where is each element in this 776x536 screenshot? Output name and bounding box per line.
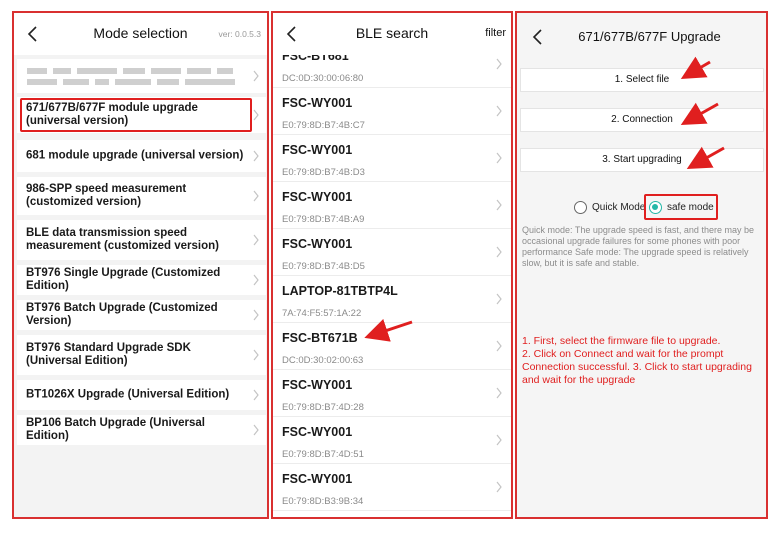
device-mac: E0:79:8D:B3:9B:34 bbox=[282, 496, 364, 507]
mode-item[interactable]: BT976 Batch Upgrade (Customized Version) bbox=[17, 300, 266, 330]
device-mac: E0:79:8D:B7:4B:A9 bbox=[282, 214, 365, 225]
chevron-right-icon bbox=[252, 389, 260, 401]
chevron-right-icon bbox=[252, 234, 260, 246]
mode-item-label: BLE data transmission speed measurement … bbox=[26, 227, 220, 252]
header: 671/677B/677F Upgrade bbox=[517, 13, 766, 55]
device-name: LAPTOP-81TBTP4L bbox=[282, 284, 398, 298]
device-mac: E0:79:8D:B7:4B:D3 bbox=[282, 167, 365, 178]
device-mac: E0:79:8D:B7:4B:D5 bbox=[282, 261, 365, 272]
chevron-right-icon bbox=[252, 274, 260, 286]
device-row[interactable]: FSC-WY001 E0:79:8D:B7:4D:51 bbox=[273, 417, 511, 464]
chevron-right-icon bbox=[252, 109, 260, 121]
device-mac: E0:79:8D:B7:4B:C7 bbox=[282, 120, 365, 131]
mode-item[interactable]: BT1026X Upgrade (Universal Edition) bbox=[17, 380, 266, 410]
connection-button[interactable]: 2. Connection bbox=[520, 108, 764, 132]
chevron-right-icon bbox=[252, 349, 260, 361]
device-row[interactable]: FSC-WY001 E0:79:8D:B7:4D:28 bbox=[273, 370, 511, 417]
start-upgrading-button[interactable]: 3. Start upgrading bbox=[520, 148, 764, 172]
chevron-right-icon bbox=[495, 246, 503, 258]
mode-item[interactable]: BP106 Batch Upgrade (Universal Edition) bbox=[17, 415, 266, 445]
device-mac: E0:79:8D:B7:4D:28 bbox=[282, 402, 364, 413]
mode-item-label: 681 module upgrade (universal version) bbox=[26, 149, 244, 162]
chevron-right-icon bbox=[252, 309, 260, 321]
device-name: FSC-BT671B bbox=[282, 331, 358, 345]
device-mac: DC:0D:30:02:00:63 bbox=[282, 355, 364, 366]
device-name: FSC-WY001 bbox=[282, 143, 353, 157]
device-mac: E0:79:8D:B7:4D:51 bbox=[282, 449, 364, 460]
device-name: FSC-WY001 bbox=[282, 378, 353, 392]
device-row[interactable]: FSC-BT671B DC:0D:30:02:00:63 bbox=[273, 323, 511, 370]
device-name: FSC-WY001 bbox=[282, 96, 353, 110]
select-file-button[interactable]: 1. Select file bbox=[520, 68, 764, 92]
device-name: FSC-WY001 bbox=[282, 472, 353, 486]
chevron-right-icon bbox=[495, 58, 503, 70]
mode-item[interactable]: 986-SPP speed measurement (customized ve… bbox=[17, 177, 266, 215]
page-title: BLE search bbox=[355, 25, 429, 41]
chevron-right-icon bbox=[495, 105, 503, 117]
page-title: 671/677B/677F Upgrade bbox=[578, 29, 721, 44]
header: Mode selection ver: 0.0.5.3 bbox=[14, 13, 267, 55]
quick-mode-radio[interactable] bbox=[574, 201, 587, 214]
instruction-note: 1. First, select the firmware file to up… bbox=[522, 335, 752, 386]
safe-mode-radio[interactable] bbox=[649, 201, 662, 214]
mode-item-label: BP106 Batch Upgrade (Universal Edition) bbox=[26, 417, 205, 442]
device-row[interactable]: FSC-WY001 E0:79:8D:B3:9B:34 bbox=[273, 464, 511, 511]
device-row[interactable]: FSC-WY001 E0:79:8D:B7:4B:D3 bbox=[273, 135, 511, 182]
mode-item-label: BT976 Standard Upgrade SDK (Universal Ed… bbox=[26, 342, 191, 367]
device-row[interactable]: LAPTOP-81TBTP4L 7A:74:F5:57:1A:22 bbox=[273, 276, 511, 323]
device-name: FSC-WY001 bbox=[282, 237, 353, 251]
device-name: FSC-WY001 bbox=[282, 190, 353, 204]
mode-item[interactable]: BT976 Standard Upgrade SDK (Universal Ed… bbox=[17, 335, 266, 375]
device-mac: 7A:74:F5:57:1A:22 bbox=[282, 308, 362, 319]
version-label: ver: 0.0.5.3 bbox=[218, 29, 261, 39]
chevron-right-icon bbox=[252, 150, 260, 162]
chevron-right-icon bbox=[495, 152, 503, 164]
chevron-right-icon bbox=[252, 70, 260, 82]
mode-item[interactable]: 671/677B/677F module upgrade (universal … bbox=[17, 97, 266, 133]
mode-item-label: BT976 Single Upgrade (Customized Edition… bbox=[26, 267, 221, 292]
ble-search-screen: FSC-BT681 DC:0D:30:00:06:80 FSC-WY001 E0:79… bbox=[271, 11, 513, 519]
chevron-right-icon bbox=[495, 387, 503, 399]
mode-item[interactable]: BT976 Single Upgrade (Customized Edition… bbox=[17, 265, 266, 295]
safe-mode-label: safe mode bbox=[667, 202, 714, 213]
mode-item-label: 986-SPP speed measurement (customized ve… bbox=[26, 183, 187, 208]
mode-description: Quick mode: The upgrade speed is fast, a… bbox=[522, 225, 754, 268]
mode-item-label: BT1026X Upgrade (Universal Edition) bbox=[26, 388, 230, 401]
chevron-right-icon bbox=[495, 434, 503, 446]
device-mac: DC:0D:30:00:06:80 bbox=[282, 73, 364, 84]
header: BLE search filter bbox=[273, 13, 511, 55]
mode-item[interactable]: BLE data transmission speed measurement … bbox=[17, 220, 266, 260]
quick-mode-label: Quick Mode bbox=[592, 202, 646, 213]
mode-item-label: BT976 Batch Upgrade (Customized Version) bbox=[26, 302, 218, 327]
device-row[interactable]: FSC-WY001 E0:79:8D:B7:4B:A9 bbox=[273, 182, 511, 229]
chevron-right-icon bbox=[252, 424, 260, 436]
chevron-right-icon bbox=[495, 199, 503, 211]
device-row[interactable]: FSC-WY001 E0:79:8D:B7:4B:C7 bbox=[273, 88, 511, 135]
filter-button[interactable]: filter bbox=[485, 27, 506, 39]
redacted-item[interactable] bbox=[17, 59, 266, 93]
mode-item[interactable]: 681 module upgrade (universal version) bbox=[17, 140, 266, 172]
chevron-right-icon bbox=[495, 481, 503, 493]
mode-item-label: 671/677B/677F module upgrade (universal … bbox=[26, 102, 198, 127]
mode-selection-screen: Mode selection ver: 0.0.5.3 671/677B/677… bbox=[12, 11, 269, 519]
chevron-right-icon bbox=[252, 190, 260, 202]
device-row[interactable]: FSC-WY001 E0:79:8D:B7:4B:D5 bbox=[273, 229, 511, 276]
chevron-right-icon bbox=[495, 293, 503, 305]
chevron-right-icon bbox=[495, 340, 503, 352]
upgrade-screen: 671/677B/677F Upgrade 1. Select file 2. … bbox=[515, 11, 768, 519]
device-name: FSC-WY001 bbox=[282, 425, 353, 439]
